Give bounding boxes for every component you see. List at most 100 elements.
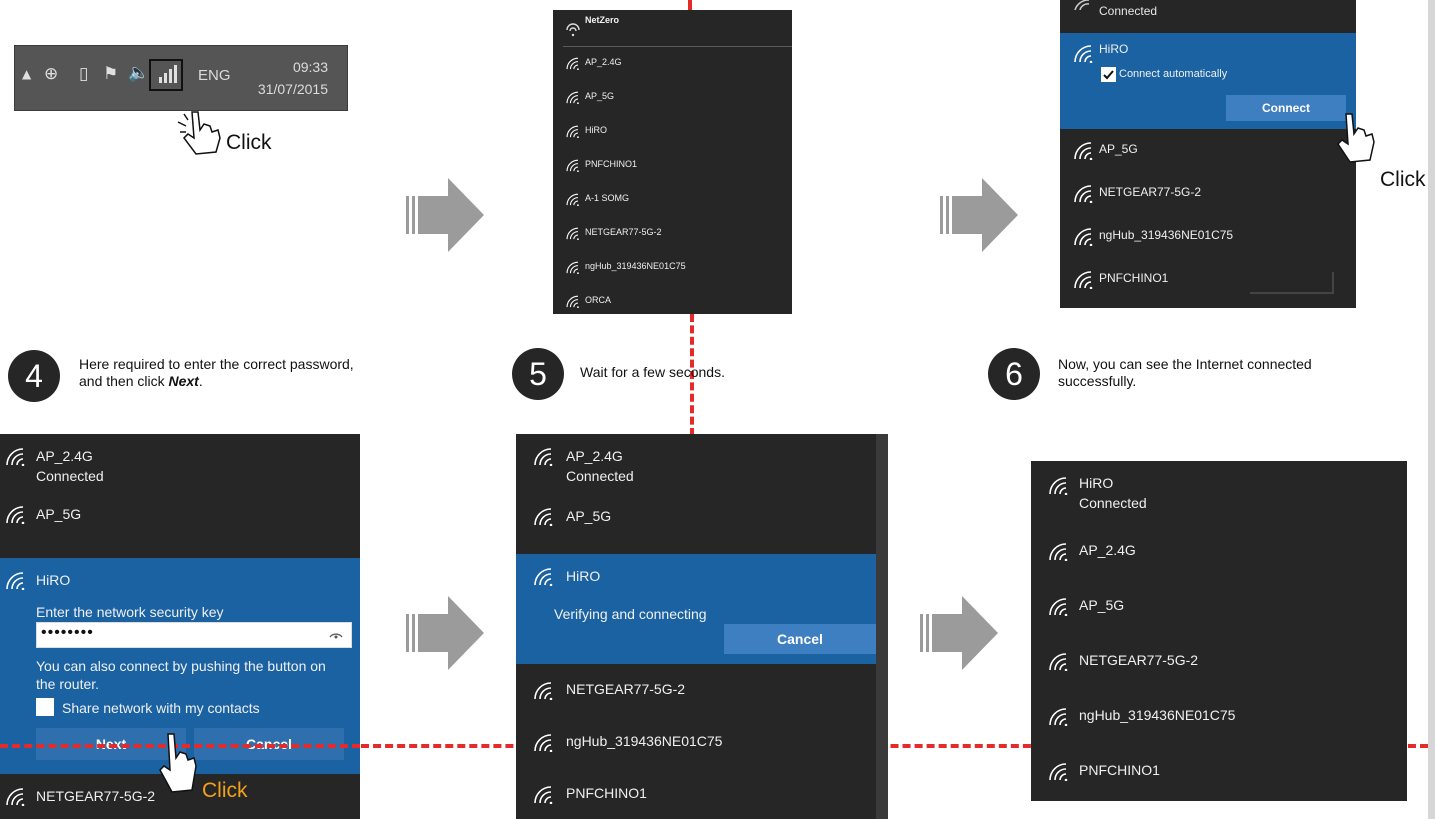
network-item[interactable]: NETGEAR77-5G-2 xyxy=(1031,633,1407,686)
wifi-signal-icon xyxy=(1074,142,1093,160)
network-name: HiRO xyxy=(585,125,607,135)
share-network-checkbox[interactable] xyxy=(36,698,54,716)
step4-instruction-line1: Here required to enter the correct passw… xyxy=(79,356,354,372)
network-item[interactable]: NETGEAR77-5G-2 xyxy=(516,664,888,714)
wifi-signal-icon xyxy=(1049,763,1068,781)
security-key-prompt: Enter the network security key xyxy=(36,604,224,620)
network-item[interactable]: PNFCHINO1 xyxy=(553,148,792,180)
wifi-signal-icon xyxy=(6,448,25,466)
network-name: ngHub_319436NE01C75 xyxy=(1079,707,1236,723)
wifi-signal-icon xyxy=(1049,543,1068,561)
network-item[interactable]: ngHub_319436NE01C75 xyxy=(1031,688,1407,741)
network-item[interactable]: AP_5G xyxy=(1060,128,1356,169)
wifi-flyout-step3: Connected HiRO Connect automatically Con… xyxy=(1060,0,1356,308)
network-item-connected[interactable]: AP_2.4G Connected xyxy=(0,434,360,494)
language-indicator[interactable]: ENG xyxy=(198,67,231,84)
wifi-signal-icon xyxy=(6,572,25,590)
wifi-signal-icon xyxy=(6,788,25,806)
network-name: PNFCHINO1 xyxy=(1079,762,1160,778)
network-name: AP_2.4G xyxy=(1079,542,1136,558)
scrollbar[interactable] xyxy=(876,434,888,819)
network-item[interactable]: PNFCHINO1 xyxy=(1031,743,1407,796)
network-item[interactable]: ngHub_319436NE01C75 xyxy=(1060,214,1356,255)
arrow-right-icon xyxy=(940,178,1018,252)
wifi-signal-icon xyxy=(534,568,553,586)
network-item[interactable]: PNFCHINO1 xyxy=(516,768,888,818)
network-item-selected[interactable]: HiRO Verifying and connecting Cancel xyxy=(516,554,876,664)
wifi-signal-icon xyxy=(1049,653,1068,671)
network-item[interactable]: ngHub_319436NE01C75 xyxy=(516,716,888,766)
network-item[interactable]: ngHub_319436NE01C75 xyxy=(553,250,792,282)
connect-automatically-checkbox[interactable] xyxy=(1101,67,1116,82)
network-item[interactable]: NETGEAR77-5G-2 xyxy=(553,216,792,248)
hand-cursor-icon xyxy=(177,111,221,155)
network-item-connected[interactable]: AP_2.4G Connected xyxy=(516,434,888,494)
network-name: AP_5G xyxy=(566,508,612,524)
battery-icon[interactable]: ▯ xyxy=(79,64,88,84)
wifi-signal-icon xyxy=(566,261,579,274)
network-item-connected[interactable]: HiRO Connected xyxy=(1031,461,1407,521)
windows-taskbar-tray: ▲ ⊕ ▯ ⚑ 🔈 ENG 09:33 31/07/2015 xyxy=(14,45,348,111)
taskbar-glimpse xyxy=(1250,272,1334,294)
hand-cursor-icon xyxy=(1337,113,1375,163)
network-item[interactable]: A-1 SOMG xyxy=(553,182,792,214)
click-label-step4: Click xyxy=(202,779,248,802)
network-status: Connected xyxy=(1099,4,1158,18)
network-signal-icon xyxy=(159,65,177,83)
network-item[interactable]: AP_5G xyxy=(516,496,888,546)
wifi-signal-icon xyxy=(1074,185,1093,203)
network-name: AP_2.4G xyxy=(585,57,622,67)
step6-instruction-line2: successfully. xyxy=(1058,373,1137,389)
network-item[interactable]: NETGEAR77-5G-2 xyxy=(1060,171,1356,212)
network-item[interactable]: ORCA xyxy=(553,284,792,314)
network-item[interactable]: AP_5G xyxy=(1031,578,1407,631)
network-item[interactable]: AP_2.4G xyxy=(1031,523,1407,576)
wifi-signal-icon xyxy=(1074,0,1090,10)
network-name: AP_5G xyxy=(585,91,615,101)
network-name: ngHub_319436NE01C75 xyxy=(1099,228,1234,242)
network-name: NETGEAR77-5G-2 xyxy=(1079,652,1199,668)
network-item-selected[interactable]: HiRO Connect automatically Connect xyxy=(1060,33,1356,129)
step4-instruction: Here required to enter the correct passw… xyxy=(79,356,354,390)
cancel-button[interactable]: Cancel xyxy=(724,624,876,654)
network-name: ORCA xyxy=(585,295,612,305)
click-label-step3: Click xyxy=(1380,168,1426,191)
connection-name: NetZero xyxy=(585,15,620,25)
step5-instruction: Wait for a few seconds. xyxy=(580,364,725,380)
wifi-signal-icon xyxy=(566,159,579,172)
reveal-password-icon[interactable] xyxy=(329,629,343,639)
network-item[interactable]: AP_2.4G xyxy=(553,46,792,78)
network-name: ngHub_319436NE01C75 xyxy=(585,261,686,271)
network-name: AP_2.4G xyxy=(566,448,623,464)
network-name: HiRO xyxy=(1099,42,1129,56)
network-name: AP_5G xyxy=(36,506,82,522)
show-hidden-icons-icon[interactable]: ▲ xyxy=(22,67,31,81)
network-name: HiRO xyxy=(36,572,71,588)
network-status: Connected xyxy=(566,468,634,484)
wifi-signal-icon xyxy=(534,682,553,700)
clock[interactable]: 09:33 31/07/2015 xyxy=(258,56,328,100)
arrow-right-icon xyxy=(406,596,484,670)
wifi-signal-icon xyxy=(566,193,579,206)
network-name: NETGEAR77-5G-2 xyxy=(585,227,662,237)
wifi-signal-icon xyxy=(566,227,579,240)
security-key-input[interactable]: •••••••• xyxy=(36,622,352,648)
network-item[interactable]: AP_5G xyxy=(0,496,360,546)
volume-icon[interactable]: 🔈 xyxy=(128,63,149,83)
wifi-signal-icon xyxy=(566,295,579,308)
click-label-step1: Click xyxy=(226,131,272,154)
wifi-signal-icon xyxy=(1049,477,1068,495)
arrow-right-icon xyxy=(406,178,484,252)
network-item[interactable]: AP_5G xyxy=(553,80,792,112)
wifi-signal-icon xyxy=(1049,598,1068,616)
network-name: AP_5G xyxy=(1099,142,1138,156)
network-tray-highlight[interactable] xyxy=(149,59,183,91)
action-center-flag-icon[interactable]: ⚑ xyxy=(103,64,118,84)
network-name: AP_5G xyxy=(1079,597,1125,613)
network-status: Connected xyxy=(36,468,104,484)
app-tray-icon[interactable]: ⊕ xyxy=(44,64,58,84)
network-name: ngHub_319436NE01C75 xyxy=(566,733,723,749)
network-item[interactable]: HiRO xyxy=(553,114,792,146)
password-mask: •••••••• xyxy=(41,624,94,641)
network-name: HiRO xyxy=(566,568,601,584)
